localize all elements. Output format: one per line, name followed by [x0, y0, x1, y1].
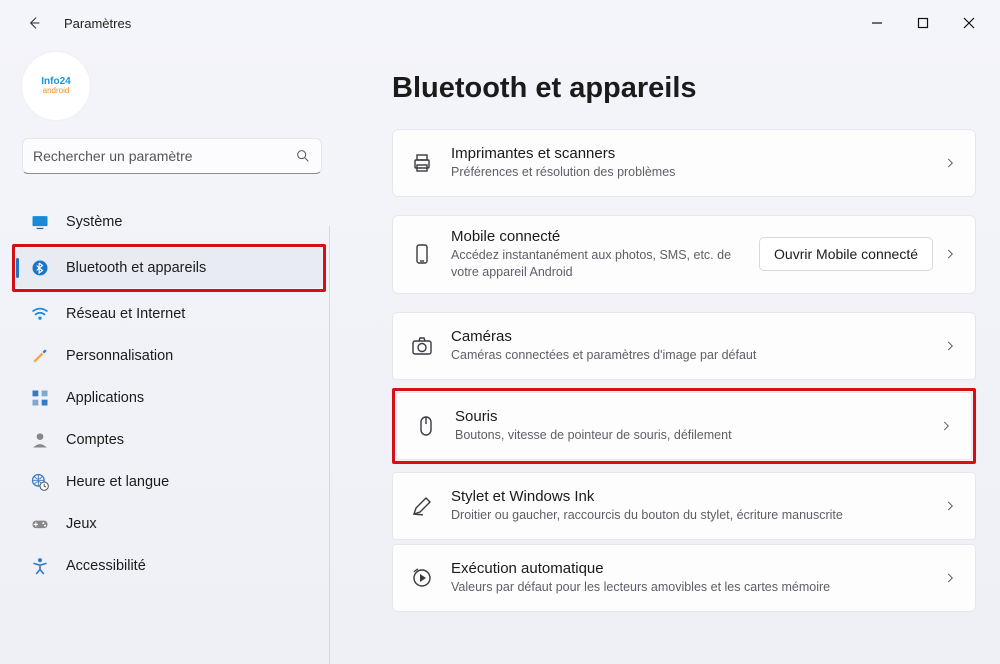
card-title: Mobile connecté [451, 228, 759, 245]
card-subtitle: Droitier ou gaucher, raccourcis du bouto… [451, 507, 943, 524]
maximize-button[interactable] [900, 7, 946, 39]
sidebar-item-label: Accessibilité [66, 558, 146, 574]
globe-clock-icon [30, 472, 50, 492]
sidebar-item-personalization[interactable]: Personnalisation [16, 336, 328, 376]
card-subtitle: Boutons, vitesse de pointeur de souris, … [455, 427, 939, 444]
chevron-right-icon [943, 571, 957, 585]
sidebar-item-label: Réseau et Internet [66, 306, 185, 322]
sidebar-item-time-language[interactable]: Heure et langue [16, 462, 328, 502]
chevron-right-icon [943, 156, 957, 170]
page-title: Bluetooth et appareils [392, 72, 976, 105]
pen-icon [407, 491, 437, 521]
card-mobile[interactable]: Mobile connecté Accédez instantanément a… [392, 215, 976, 294]
printer-icon [407, 148, 437, 178]
search-input[interactable] [33, 148, 295, 164]
sidebar-item-system[interactable]: Système [16, 202, 328, 242]
sidebar-item-label: Applications [66, 390, 144, 406]
open-mobile-button[interactable]: Ouvrir Mobile connecté [759, 237, 933, 271]
camera-icon [407, 331, 437, 361]
phone-icon [407, 239, 437, 269]
close-button[interactable] [946, 7, 992, 39]
card-title: Caméras [451, 328, 943, 345]
minimize-icon [871, 17, 883, 29]
card-title: Souris [455, 408, 939, 425]
settings-card-list: Imprimantes et scanners Préférences et r… [392, 129, 976, 612]
sidebar-item-label: Comptes [66, 432, 124, 448]
sidebar-item-apps[interactable]: Applications [16, 378, 328, 418]
minimize-button[interactable] [854, 7, 900, 39]
card-pen[interactable]: Stylet et Windows Ink Droitier ou gauche… [392, 472, 976, 540]
chevron-right-icon [939, 419, 953, 433]
profile-avatar[interactable]: Info24 android [22, 52, 90, 120]
sidebar-item-label: Personnalisation [66, 348, 173, 364]
card-subtitle: Préférences et résolution des problèmes [451, 164, 943, 181]
user-icon [30, 430, 50, 450]
chevron-right-icon [943, 499, 957, 513]
sidebar-item-bluetooth-highlight: Bluetooth et appareils [12, 244, 326, 292]
sidebar-item-label: Bluetooth et appareils [66, 260, 206, 276]
sidebar-item-label: Heure et langue [66, 474, 169, 490]
sidebar-item-network[interactable]: Réseau et Internet [16, 294, 328, 334]
accessibility-icon [30, 556, 50, 576]
card-autoplay[interactable]: Exécution automatique Valeurs par défaut… [392, 544, 976, 612]
avatar-logo-text2: android [41, 87, 70, 95]
gamepad-icon [30, 514, 50, 534]
card-title: Stylet et Windows Ink [451, 488, 943, 505]
autoplay-icon [407, 563, 437, 593]
sidebar-nav: Système Bluetooth et appareils Réseau et… [8, 190, 330, 586]
paintbrush-icon [30, 346, 50, 366]
close-icon [963, 17, 975, 29]
card-mouse[interactable]: Souris Boutons, vitesse de pointeur de s… [396, 392, 972, 460]
card-subtitle: Valeurs par défaut pour les lecteurs amo… [451, 579, 943, 596]
card-title: Exécution automatique [451, 560, 943, 577]
search-icon [295, 148, 311, 164]
titlebar: Paramètres [0, 0, 1000, 46]
mouse-icon [411, 411, 441, 441]
maximize-icon [917, 17, 929, 29]
card-printers[interactable]: Imprimantes et scanners Préférences et r… [392, 129, 976, 197]
sidebar-item-label: Jeux [66, 516, 97, 532]
arrow-left-icon [26, 15, 42, 31]
sidebar-item-accessibility[interactable]: Accessibilité [16, 546, 328, 586]
chevron-right-icon [943, 339, 957, 353]
main-panel: Bluetooth et appareils Imprimantes et sc… [330, 46, 1000, 664]
sidebar-divider [329, 226, 330, 664]
sidebar-item-label: Système [66, 214, 122, 230]
back-button[interactable] [16, 5, 52, 41]
apps-icon [30, 388, 50, 408]
chevron-right-icon [943, 247, 957, 261]
card-subtitle: Caméras connectées et paramètres d'image… [451, 347, 943, 364]
sidebar-item-accounts[interactable]: Comptes [16, 420, 328, 460]
sidebar: Info24 android Système [0, 46, 330, 664]
sidebar-item-games[interactable]: Jeux [16, 504, 328, 544]
card-title: Imprimantes et scanners [451, 145, 943, 162]
bluetooth-icon [30, 258, 50, 278]
card-cameras[interactable]: Caméras Caméras connectées et paramètres… [392, 312, 976, 380]
card-subtitle: Accédez instantanément aux photos, SMS, … [451, 247, 759, 281]
system-icon [30, 212, 50, 232]
card-mouse-highlight: Souris Boutons, vitesse de pointeur de s… [392, 388, 976, 464]
search-box[interactable] [22, 138, 322, 174]
app-title: Paramètres [64, 16, 131, 31]
wifi-icon [30, 304, 50, 324]
sidebar-item-bluetooth[interactable]: Bluetooth et appareils [16, 248, 322, 288]
window-controls [854, 7, 992, 39]
